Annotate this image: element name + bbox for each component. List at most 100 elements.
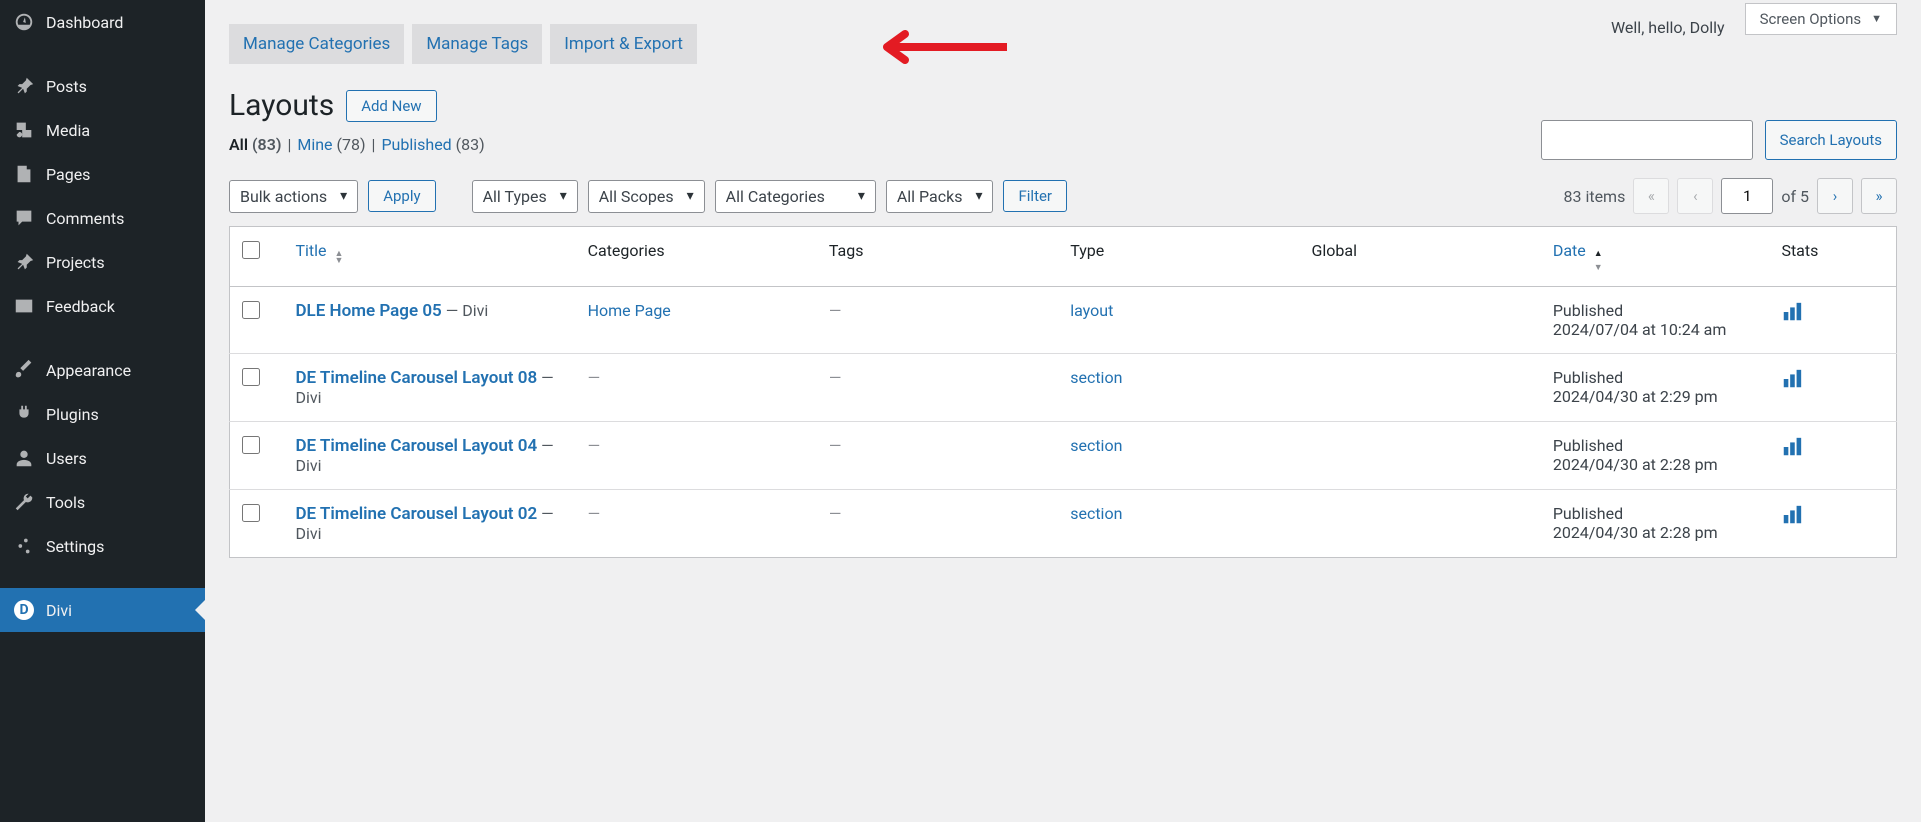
sidebar-item-label: Dashboard [46, 13, 123, 32]
sidebar-item-posts[interactable]: Posts [0, 64, 205, 108]
sidebar-item-comments[interactable]: Comments [0, 196, 205, 240]
add-new-button[interactable]: Add New [346, 90, 436, 122]
row-title-link[interactable]: DE Timeline Carousel Layout 04 [295, 436, 537, 456]
sidebar-item-label: Settings [46, 537, 104, 556]
subtab-manage-tags[interactable]: Manage Tags [412, 24, 542, 64]
table-row: DE Timeline Carousel Layout 02 — Divi — … [230, 490, 1897, 558]
row-category-link[interactable]: Home Page [588, 301, 671, 320]
sidebar-item-divi[interactable]: D Divi [0, 588, 205, 632]
page-next-button[interactable]: › [1817, 178, 1853, 214]
sidebar-item-plugins[interactable]: Plugins [0, 392, 205, 436]
col-global: Global [1300, 227, 1541, 287]
row-categories: — [576, 422, 817, 490]
page-prev-button: ‹ [1677, 178, 1713, 214]
sidebar-item-appearance[interactable]: Appearance [0, 348, 205, 392]
sidebar-item-users[interactable]: Users [0, 436, 205, 480]
sidebar-item-label: Divi [46, 601, 72, 620]
hello-dolly: Well, hello, Dolly [1611, 0, 1725, 37]
row-tags: — [817, 490, 1058, 558]
page-title: Layouts [229, 88, 334, 123]
row-global [1300, 422, 1541, 490]
page-last-button[interactable]: » [1861, 178, 1897, 214]
sidebar-item-pages[interactable]: Pages [0, 152, 205, 196]
row-checkbox[interactable] [242, 301, 260, 319]
filter-all[interactable]: All (83) [229, 135, 281, 154]
row-type-link[interactable]: section [1070, 504, 1122, 523]
packs-select[interactable]: All Packs [886, 180, 994, 213]
search-layouts-button[interactable]: Search Layouts [1765, 120, 1897, 160]
sidebar-item-label: Appearance [46, 361, 131, 380]
row-type-link[interactable]: layout [1070, 301, 1113, 320]
filter-published[interactable]: Published (83) [381, 135, 484, 154]
row-categories: — [576, 490, 817, 558]
categories-select[interactable]: All Categories [715, 180, 876, 213]
wrench-icon [12, 490, 36, 514]
bulk-actions-select[interactable]: Bulk actions [229, 180, 358, 213]
row-title-link[interactable]: DE Timeline Carousel Layout 02 [295, 504, 537, 524]
sidebar-item-settings[interactable]: Settings [0, 524, 205, 568]
sort-icon: ▲▼ [1594, 251, 1603, 272]
sidebar-item-dashboard[interactable]: Dashboard [0, 0, 205, 44]
select-all-checkbox[interactable] [242, 241, 260, 259]
divi-icon: D [12, 598, 36, 622]
scopes-select[interactable]: All Scopes [588, 180, 705, 213]
row-tags: — [817, 287, 1058, 354]
filter-button[interactable]: Filter [1003, 180, 1067, 212]
sidebar-item-label: Comments [46, 209, 124, 228]
sidebar-item-label: Feedback [46, 297, 115, 316]
sidebar-item-projects[interactable]: Projects [0, 240, 205, 284]
col-stats: Stats [1769, 227, 1896, 287]
types-select[interactable]: All Types [472, 180, 578, 213]
stats-icon[interactable] [1781, 504, 1803, 530]
page-icon [12, 162, 36, 186]
page-first-button: « [1633, 178, 1669, 214]
stats-icon[interactable] [1781, 436, 1803, 462]
row-checkbox[interactable] [242, 504, 260, 522]
layouts-table: Title ▲▼ Categories Tags Type Global Dat… [229, 226, 1897, 558]
table-row: DE Timeline Carousel Layout 08 — Divi — … [230, 354, 1897, 422]
sidebar-item-label: Users [46, 449, 87, 468]
col-date[interactable]: Date ▲▼ [1541, 227, 1770, 287]
sidebar-item-label: Media [46, 121, 90, 140]
screen-options-toggle[interactable]: Screen Options ▼ [1745, 3, 1897, 35]
search-input[interactable] [1541, 120, 1753, 160]
sidebar-item-label: Pages [46, 165, 90, 184]
col-title[interactable]: Title ▲▼ [283, 227, 575, 287]
media-icon [12, 118, 36, 142]
sidebar-item-feedback[interactable]: Feedback [0, 284, 205, 328]
row-date: Published2024/07/04 at 10:24 am [1541, 287, 1770, 354]
subtab-manage-categories[interactable]: Manage Categories [229, 24, 404, 64]
row-checkbox[interactable] [242, 368, 260, 386]
page-number-input[interactable] [1721, 178, 1773, 214]
col-type: Type [1058, 227, 1299, 287]
subtab-import-export[interactable]: Import & Export [550, 24, 697, 64]
row-tags: — [817, 354, 1058, 422]
sidebar-item-tools[interactable]: Tools [0, 480, 205, 524]
admin-sidebar: Dashboard Posts Media Pages Comments Pro… [0, 0, 205, 822]
brush-icon [12, 358, 36, 382]
apply-button[interactable]: Apply [368, 180, 435, 212]
sidebar-item-label: Tools [46, 493, 85, 512]
items-count: 83 items [1563, 187, 1625, 206]
row-type-link[interactable]: section [1070, 368, 1122, 387]
row-global [1300, 354, 1541, 422]
row-type-link[interactable]: section [1070, 436, 1122, 455]
row-title-link[interactable]: DLE Home Page 05 [295, 301, 441, 321]
row-title-link[interactable]: DE Timeline Carousel Layout 08 [295, 368, 537, 388]
filter-mine[interactable]: Mine (78) [297, 135, 365, 154]
comment-icon [12, 206, 36, 230]
col-tags: Tags [817, 227, 1058, 287]
row-checkbox[interactable] [242, 436, 260, 454]
chevron-down-icon: ▼ [1871, 12, 1882, 25]
sidebar-item-media[interactable]: Media [0, 108, 205, 152]
stats-icon[interactable] [1781, 301, 1803, 327]
gauge-icon [12, 10, 36, 34]
row-global [1300, 490, 1541, 558]
screen-options-label: Screen Options [1760, 10, 1862, 28]
stats-icon[interactable] [1781, 368, 1803, 394]
row-categories: — [576, 354, 817, 422]
row-date: Published2024/04/30 at 2:28 pm [1541, 490, 1770, 558]
feedback-icon [12, 294, 36, 318]
pin-icon [12, 74, 36, 98]
annotation-arrow [867, 28, 1007, 70]
